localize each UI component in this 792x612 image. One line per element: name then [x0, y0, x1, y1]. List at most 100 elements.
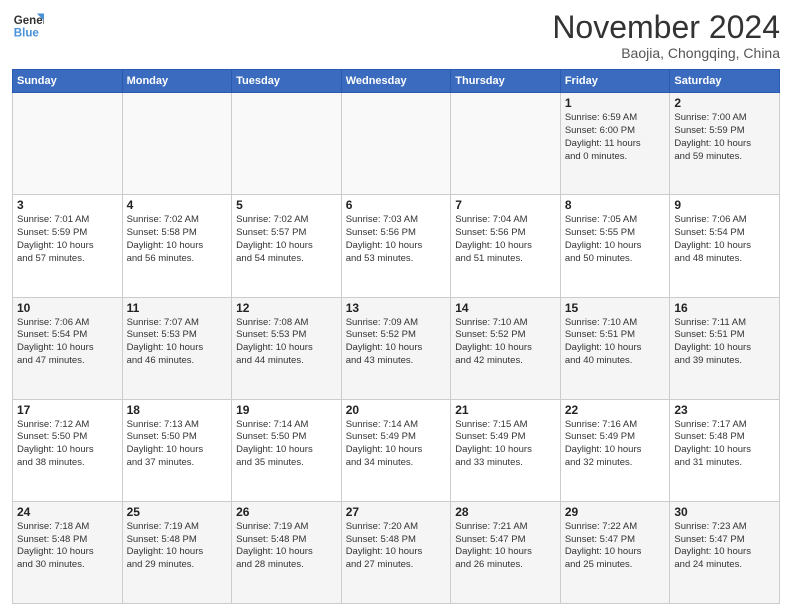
day-number: 5 — [236, 198, 337, 212]
day-detail: Sunrise: 7:09 AM Sunset: 5:52 PM Dayligh… — [346, 317, 447, 368]
day-number: 13 — [346, 301, 447, 315]
day-detail: Sunrise: 7:01 AM Sunset: 5:59 PM Dayligh… — [17, 214, 118, 265]
calendar-cell: 23Sunrise: 7:17 AM Sunset: 5:48 PM Dayli… — [670, 399, 780, 501]
day-number: 1 — [565, 96, 666, 110]
day-number: 17 — [17, 403, 118, 417]
calendar-cell: 13 Sunrise: 7:09 AM Sunset: 5:52 PM Dayli… — [341, 297, 451, 399]
day-number: 22 — [565, 403, 666, 417]
calendar-cell: 7 Sunrise: 7:04 AM Sunset: 5:56 PM Daylig… — [451, 195, 561, 297]
day-number: 23 — [674, 403, 775, 417]
calendar-cell: 22Sunrise: 7:16 AM Sunset: 5:49 PM Dayli… — [560, 399, 670, 501]
day-number: 2 — [674, 96, 775, 110]
calendar-body: 1Sunrise: 6:59 AM Sunset: 6:00 PM Daylig… — [13, 93, 780, 604]
day-detail: Sunrise: 7:05 AM Sunset: 5:55 PM Dayligh… — [565, 214, 666, 265]
calendar-cell: 17 Sunrise: 7:12 AM Sunset: 5:50 PM Dayli… — [13, 399, 123, 501]
day-detail: Sunrise: 7:06 AM Sunset: 5:54 PM Dayligh… — [674, 214, 775, 265]
day-detail: Sunrise: 7:21 AM Sunset: 5:47 PM Dayligh… — [455, 521, 556, 572]
day-detail: Sunrise: 7:02 AM Sunset: 5:58 PM Dayligh… — [127, 214, 228, 265]
calendar-week-4: 17 Sunrise: 7:12 AM Sunset: 5:50 PM Dayli… — [13, 399, 780, 501]
day-detail: Sunrise: 7:14 AM Sunset: 5:50 PM Dayligh… — [236, 419, 337, 470]
day-number: 15 — [565, 301, 666, 315]
day-detail: Sunrise: 7:03 AM Sunset: 5:56 PM Dayligh… — [346, 214, 447, 265]
calendar-cell — [232, 93, 342, 195]
day-number: 12 — [236, 301, 337, 315]
calendar-cell: 15 Sunrise: 7:10 AM Sunset: 5:51 PM Dayli… — [560, 297, 670, 399]
day-detail: Sunrise: 7:07 AM Sunset: 5:53 PM Dayligh… — [127, 317, 228, 368]
calendar-cell: 6 Sunrise: 7:03 AM Sunset: 5:56 PM Daylig… — [341, 195, 451, 297]
day-number: 28 — [455, 505, 556, 519]
day-detail: Sunrise: 7:14 AM Sunset: 5:49 PM Dayligh… — [346, 419, 447, 470]
day-number: 6 — [346, 198, 447, 212]
day-detail: Sunrise: 7:22 AM Sunset: 5:47 PM Dayligh… — [565, 521, 666, 572]
weekday-header-saturday: Saturday — [670, 70, 780, 93]
day-detail: Sunrise: 7:18 AM Sunset: 5:48 PM Dayligh… — [17, 521, 118, 572]
day-number: 27 — [346, 505, 447, 519]
calendar-cell: 24 Sunrise: 7:18 AM Sunset: 5:48 PM Dayli… — [13, 501, 123, 603]
calendar-week-2: 3 Sunrise: 7:01 AM Sunset: 5:59 PM Daylig… — [13, 195, 780, 297]
day-detail: Sunrise: 7:02 AM Sunset: 5:57 PM Dayligh… — [236, 214, 337, 265]
day-detail: Sunrise: 7:13 AM Sunset: 5:50 PM Dayligh… — [127, 419, 228, 470]
day-number: 20 — [346, 403, 447, 417]
day-detail: Sunrise: 7:23 AM Sunset: 5:47 PM Dayligh… — [674, 521, 775, 572]
day-number: 19 — [236, 403, 337, 417]
calendar-cell: 20 Sunrise: 7:14 AM Sunset: 5:49 PM Dayli… — [341, 399, 451, 501]
day-detail: Sunrise: 7:19 AM Sunset: 5:48 PM Dayligh… — [127, 521, 228, 572]
day-number: 14 — [455, 301, 556, 315]
day-detail: Sunrise: 7:10 AM Sunset: 5:51 PM Dayligh… — [565, 317, 666, 368]
day-number: 30 — [674, 505, 775, 519]
svg-text:General: General — [14, 15, 44, 27]
calendar-week-1: 1Sunrise: 6:59 AM Sunset: 6:00 PM Daylig… — [13, 93, 780, 195]
header: General Blue November 2024 Baojia, Chong… — [12, 10, 780, 61]
calendar-cell: 21Sunrise: 7:15 AM Sunset: 5:49 PM Dayli… — [451, 399, 561, 501]
day-detail: Sunrise: 7:06 AM Sunset: 5:54 PM Dayligh… — [17, 317, 118, 368]
day-number: 25 — [127, 505, 228, 519]
calendar-cell: 29 Sunrise: 7:22 AM Sunset: 5:47 PM Dayli… — [560, 501, 670, 603]
calendar-cell: 30 Sunrise: 7:23 AM Sunset: 5:47 PM Dayli… — [670, 501, 780, 603]
day-detail: Sunrise: 7:19 AM Sunset: 5:48 PM Dayligh… — [236, 521, 337, 572]
day-number: 21 — [455, 403, 556, 417]
title-block: November 2024 Baojia, Chongqing, China — [552, 10, 780, 61]
weekday-header-tuesday: Tuesday — [232, 70, 342, 93]
calendar-cell: 27 Sunrise: 7:20 AM Sunset: 5:48 PM Dayli… — [341, 501, 451, 603]
day-number: 24 — [17, 505, 118, 519]
logo: General Blue — [12, 10, 44, 42]
day-number: 4 — [127, 198, 228, 212]
calendar-cell: 3 Sunrise: 7:01 AM Sunset: 5:59 PM Daylig… — [13, 195, 123, 297]
calendar-cell: 18Sunrise: 7:13 AM Sunset: 5:50 PM Dayli… — [122, 399, 232, 501]
calendar-header: SundayMondayTuesdayWednesdayThursdayFrid… — [13, 70, 780, 93]
day-number: 7 — [455, 198, 556, 212]
day-number: 8 — [565, 198, 666, 212]
svg-text:Blue: Blue — [14, 28, 40, 40]
location-subtitle: Baojia, Chongqing, China — [552, 45, 780, 61]
day-number: 26 — [236, 505, 337, 519]
calendar-cell: 9 Sunrise: 7:06 AM Sunset: 5:54 PM Daylig… — [670, 195, 780, 297]
month-title: November 2024 — [552, 10, 780, 45]
day-number: 9 — [674, 198, 775, 212]
day-detail: Sunrise: 7:20 AM Sunset: 5:48 PM Dayligh… — [346, 521, 447, 572]
calendar-cell: 26 Sunrise: 7:19 AM Sunset: 5:48 PM Dayli… — [232, 501, 342, 603]
day-number: 29 — [565, 505, 666, 519]
calendar-cell — [451, 93, 561, 195]
day-detail: Sunrise: 7:00 AM Sunset: 5:59 PM Dayligh… — [674, 112, 775, 163]
day-number: 11 — [127, 301, 228, 315]
calendar-cell: 8 Sunrise: 7:05 AM Sunset: 5:55 PM Daylig… — [560, 195, 670, 297]
day-detail: Sunrise: 7:10 AM Sunset: 5:52 PM Dayligh… — [455, 317, 556, 368]
calendar-table: SundayMondayTuesdayWednesdayThursdayFrid… — [12, 69, 780, 604]
weekday-header-row: SundayMondayTuesdayWednesdayThursdayFrid… — [13, 70, 780, 93]
day-detail: Sunrise: 7:04 AM Sunset: 5:56 PM Dayligh… — [455, 214, 556, 265]
calendar-week-3: 10Sunrise: 7:06 AM Sunset: 5:54 PM Dayli… — [13, 297, 780, 399]
day-detail: Sunrise: 7:12 AM Sunset: 5:50 PM Dayligh… — [17, 419, 118, 470]
day-number: 3 — [17, 198, 118, 212]
weekday-header-sunday: Sunday — [13, 70, 123, 93]
calendar-cell: 12 Sunrise: 7:08 AM Sunset: 5:53 PM Dayli… — [232, 297, 342, 399]
calendar-cell: 19 Sunrise: 7:14 AM Sunset: 5:50 PM Dayli… — [232, 399, 342, 501]
calendar-cell: 14 Sunrise: 7:10 AM Sunset: 5:52 PM Dayli… — [451, 297, 561, 399]
calendar-cell: 10Sunrise: 7:06 AM Sunset: 5:54 PM Dayli… — [13, 297, 123, 399]
calendar-cell: 16Sunrise: 7:11 AM Sunset: 5:51 PM Dayli… — [670, 297, 780, 399]
calendar-cell — [13, 93, 123, 195]
calendar-cell: 28 Sunrise: 7:21 AM Sunset: 5:47 PM Dayli… — [451, 501, 561, 603]
calendar-cell — [122, 93, 232, 195]
calendar-cell: 25 Sunrise: 7:19 AM Sunset: 5:48 PM Dayli… — [122, 501, 232, 603]
day-detail: Sunrise: 7:08 AM Sunset: 5:53 PM Dayligh… — [236, 317, 337, 368]
weekday-header-thursday: Thursday — [451, 70, 561, 93]
